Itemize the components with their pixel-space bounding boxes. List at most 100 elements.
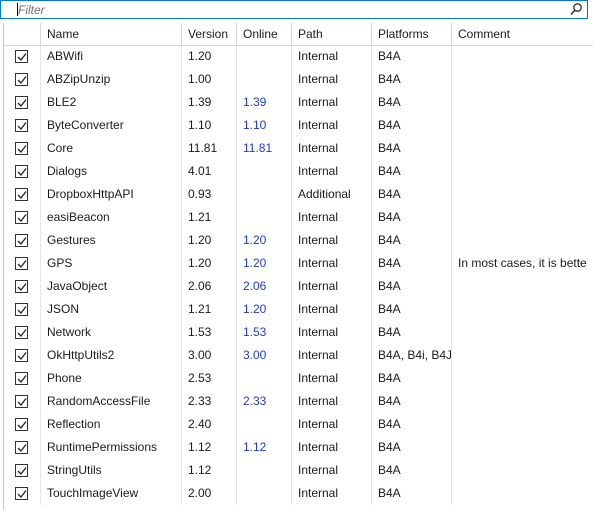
table-row[interactable]: TouchImageView 2.00 Internal B4A [4, 482, 593, 505]
row-checkbox[interactable] [15, 280, 28, 293]
row-checkbox[interactable] [15, 464, 28, 477]
cell-path: Internal [292, 229, 372, 252]
table-row[interactable]: RandomAccessFile 2.33 2.33 Internal B4A [4, 390, 593, 413]
cell-version: 2.00 [182, 482, 237, 505]
cell-platforms: B4A, B4i, B4J [372, 344, 452, 367]
cell-online [237, 482, 292, 505]
cell-platforms: B4A [372, 482, 452, 505]
cell-online: 1.39 [237, 91, 292, 114]
cell-comment [452, 390, 593, 413]
table-row[interactable]: StringUtils 1.12 Internal B4A [4, 459, 593, 482]
column-header-comment[interactable]: Comment [452, 23, 593, 45]
cell-platforms: B4A [372, 160, 452, 183]
table-row[interactable]: Network 1.53 1.53 Internal B4A [4, 321, 593, 344]
filter-input[interactable] [18, 2, 558, 17]
row-checkbox[interactable] [15, 119, 28, 132]
table-row[interactable]: ByteConverter 1.10 1.10 Internal B4A [4, 114, 593, 137]
cell-platforms: B4A [372, 137, 452, 160]
column-header-online[interactable]: Online [237, 23, 292, 45]
cell-platforms: B4A [372, 390, 452, 413]
cell-path: Internal [292, 45, 372, 68]
cell-version: 3.00 [182, 344, 237, 367]
cell-version: 1.10 [182, 114, 237, 137]
cell-name: StringUtils [41, 459, 182, 482]
table-row[interactable]: DropboxHttpAPI 0.93 Additional B4A [4, 183, 593, 206]
row-checkbox[interactable] [15, 73, 28, 86]
cell-comment [452, 275, 593, 298]
table-row[interactable]: Reflection 2.40 Internal B4A [4, 413, 593, 436]
row-checkbox[interactable] [15, 188, 28, 201]
cell-version: 1.20 [182, 45, 237, 68]
column-header-platforms[interactable]: Platforms [372, 23, 452, 45]
row-checkbox[interactable] [15, 96, 28, 109]
row-checkbox-cell [4, 45, 41, 68]
filter-box[interactable] [0, 0, 588, 19]
row-checkbox[interactable] [15, 441, 28, 454]
row-checkbox-cell [4, 482, 41, 505]
row-checkbox[interactable] [15, 487, 28, 500]
cell-name: GPS [41, 252, 182, 275]
row-checkbox[interactable] [15, 326, 28, 339]
row-checkbox[interactable] [15, 257, 28, 270]
row-checkbox[interactable] [15, 50, 28, 63]
table-row[interactable]: GPS 1.20 1.20 Internal B4A In most cases, it … [4, 252, 593, 275]
row-checkbox[interactable] [15, 142, 28, 155]
row-checkbox[interactable] [15, 303, 28, 316]
cell-comment [452, 91, 593, 114]
cell-platforms: B4A [372, 367, 452, 390]
cell-version: 2.06 [182, 275, 237, 298]
cell-platforms: B4A [372, 91, 452, 114]
cell-comment [452, 45, 593, 68]
cell-path: Internal [292, 275, 372, 298]
cell-version: 0.93 [182, 183, 237, 206]
row-checkbox[interactable] [15, 211, 28, 224]
column-header-name[interactable]: Name [41, 23, 182, 45]
cell-version: 1.39 [182, 91, 237, 114]
table-row[interactable]: BLE2 1.39 1.39 Internal B4A [4, 91, 593, 114]
cell-name: Phone [41, 367, 182, 390]
cell-comment [452, 298, 593, 321]
table-row[interactable]: JavaObject 2.06 2.06 Internal B4A [4, 275, 593, 298]
table-row[interactable]: ABZipUnzip 1.00 Internal B4A [4, 68, 593, 91]
cell-comment [452, 413, 593, 436]
cell-online [237, 413, 292, 436]
row-checkbox[interactable] [15, 234, 28, 247]
table-row[interactable]: Dialogs 4.01 Internal B4A [4, 160, 593, 183]
cell-path: Internal [292, 436, 372, 459]
table-row[interactable]: OkHttpUtils2 3.00 3.00 Internal B4A, B4i, B4… [4, 344, 593, 367]
table-row[interactable]: ABWifi 1.20 Internal B4A [4, 45, 593, 68]
cell-online: 1.10 [237, 114, 292, 137]
table-row[interactable]: Gestures 1.20 1.20 Internal B4A [4, 229, 593, 252]
search-icon[interactable] [569, 2, 584, 17]
cell-platforms: B4A [372, 206, 452, 229]
table-row[interactable]: easiBeacon 1.21 Internal B4A [4, 206, 593, 229]
cell-path: Internal [292, 413, 372, 436]
column-header-checked[interactable] [4, 23, 41, 45]
row-checkbox[interactable] [15, 349, 28, 362]
table-row[interactable]: JSON 1.21 1.20 Internal B4A [4, 298, 593, 321]
row-checkbox[interactable] [15, 418, 28, 431]
libraries-table[interactable]: Name Version Online Path Platforms Comme… [3, 23, 593, 510]
cell-platforms: B4A [372, 183, 452, 206]
row-checkbox-cell [4, 298, 41, 321]
table-row[interactable]: Phone 2.53 Internal B4A [4, 367, 593, 390]
cell-platforms: B4A [372, 321, 452, 344]
cell-online: 1.20 [237, 229, 292, 252]
row-checkbox[interactable] [15, 395, 28, 408]
row-checkbox-cell [4, 229, 41, 252]
table-row[interactable]: Core 11.81 11.81 Internal B4A [4, 137, 593, 160]
cell-path: Internal [292, 137, 372, 160]
table-row[interactable]: RuntimePermissions 1.12 1.12 Internal B4A [4, 436, 593, 459]
column-header-path[interactable]: Path [292, 23, 372, 45]
row-checkbox[interactable] [15, 165, 28, 178]
cell-version: 2.40 [182, 413, 237, 436]
cell-version: 1.21 [182, 298, 237, 321]
row-checkbox[interactable] [15, 372, 28, 385]
cell-platforms: B4A [372, 413, 452, 436]
row-checkbox-cell [4, 68, 41, 91]
cell-online: 2.06 [237, 275, 292, 298]
row-checkbox-cell [4, 275, 41, 298]
cell-version: 2.53 [182, 367, 237, 390]
column-header-version[interactable]: Version [182, 23, 237, 45]
cell-platforms: B4A [372, 252, 452, 275]
